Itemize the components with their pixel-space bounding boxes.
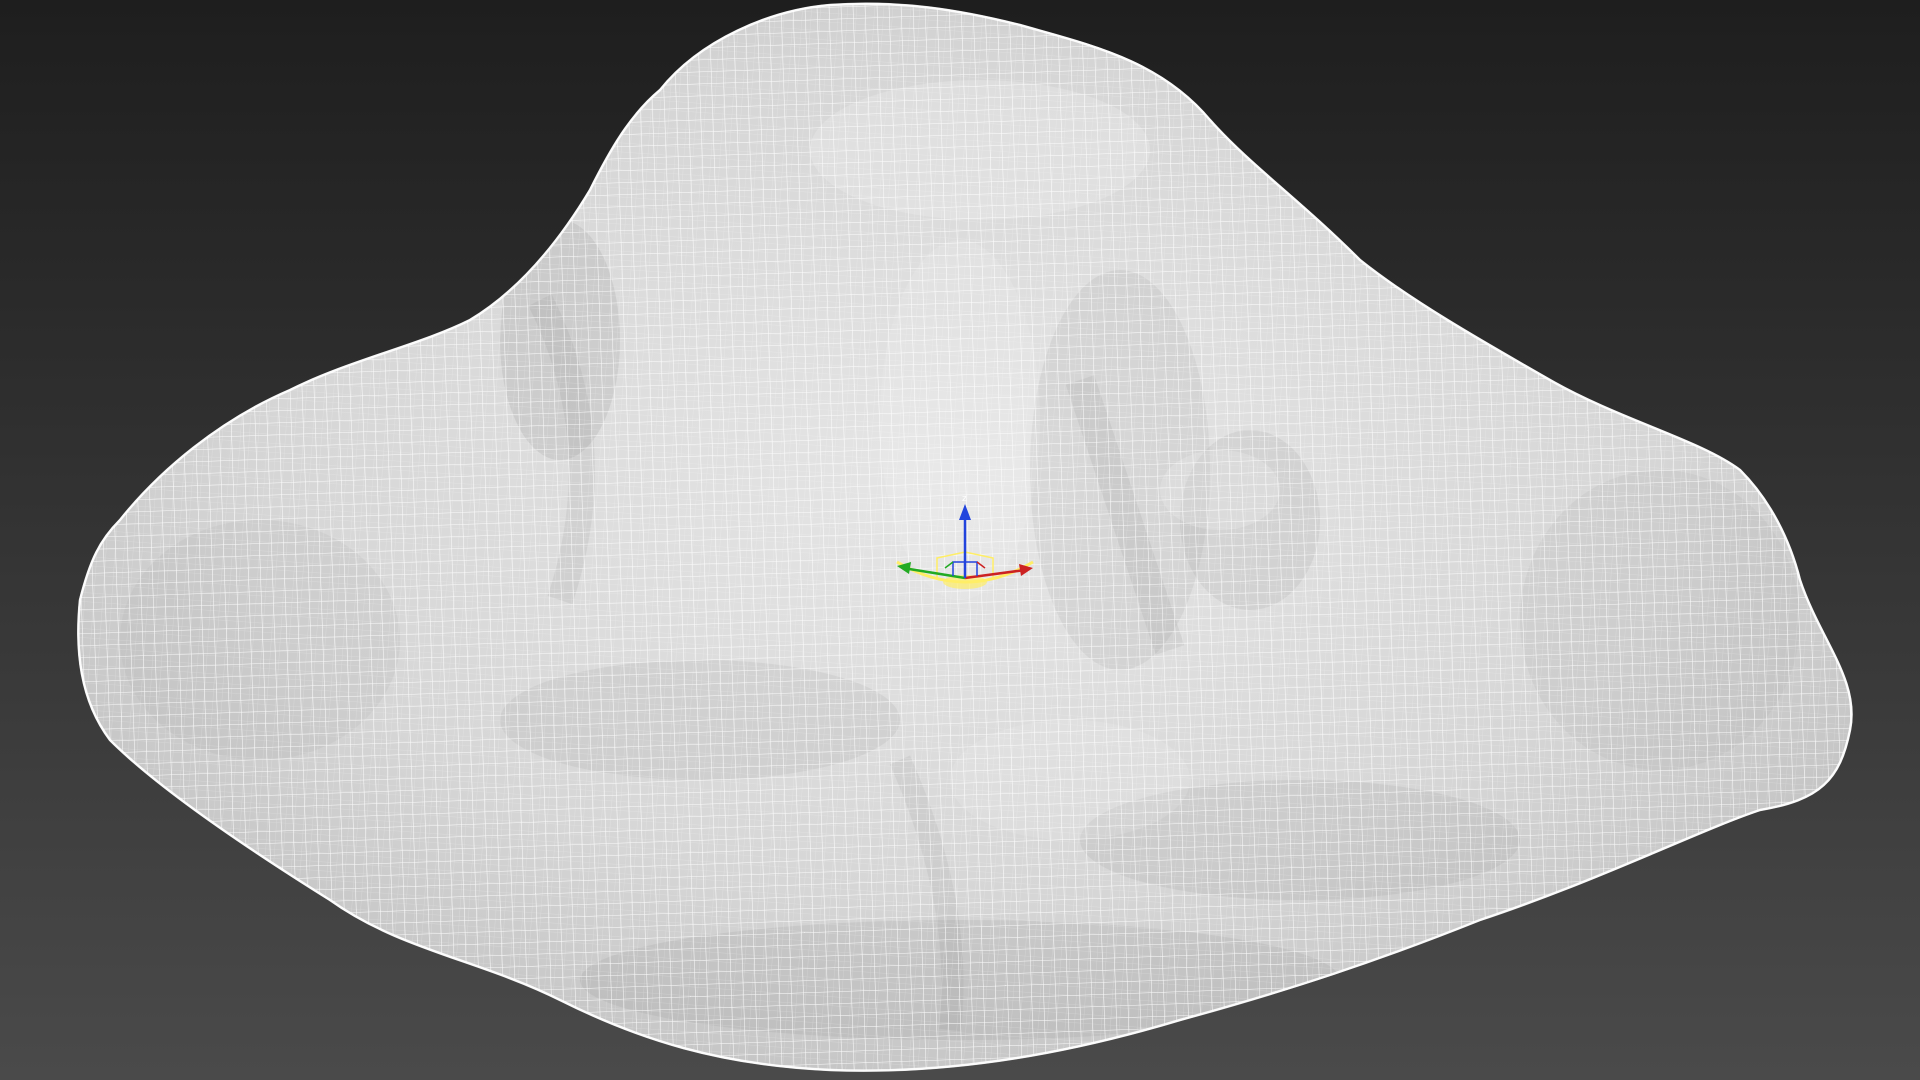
gizmo-z-arrow-icon[interactable] xyxy=(959,504,971,520)
gizmo-z-label: z xyxy=(962,494,967,504)
transform-gizmo[interactable]: z xyxy=(885,490,1045,600)
3d-viewport[interactable]: z xyxy=(0,0,1920,1080)
